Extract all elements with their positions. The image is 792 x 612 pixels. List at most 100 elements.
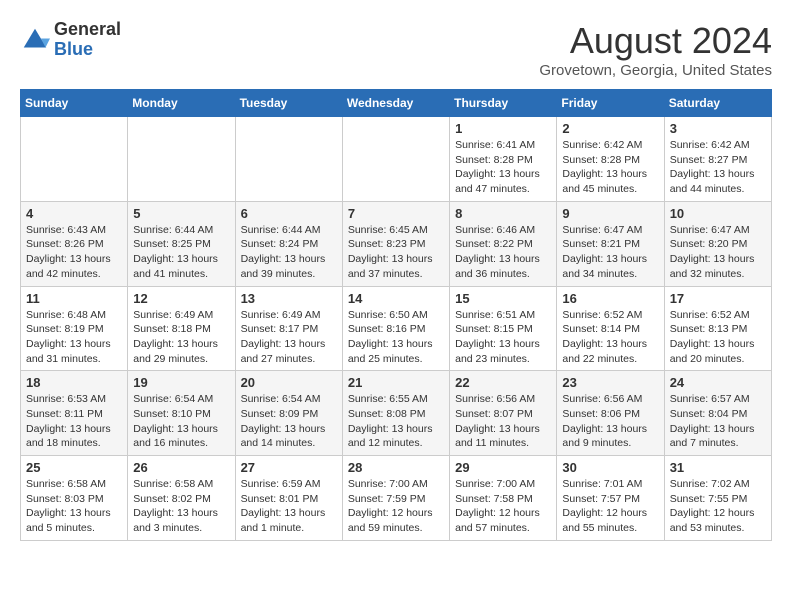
day-cell-w2-d4: 7 Sunrise: 6:45 AM Sunset: 8:23 PM Daylig…: [342, 201, 449, 286]
logo-text: General Blue: [54, 20, 121, 60]
day-cell-w5-d6: 30Sunrise: 7:01 AM Sunset: 7:57 PM Dayli…: [557, 456, 664, 541]
week-row-5: 25Sunrise: 6:58 AM Sunset: 8:03 PM Dayli…: [21, 456, 772, 541]
logo-blue: Blue: [54, 40, 121, 60]
week-row-2: 4 Sunrise: 6:43 AM Sunset: 8:26 PM Daylig…: [21, 201, 772, 286]
day-number: 1: [455, 121, 551, 136]
header-thursday: Thursday: [450, 90, 557, 117]
day-info: Sunrise: 6:46 AM Sunset: 8:22 PM Dayligh…: [455, 223, 551, 282]
day-info: Sunrise: 7:00 AM Sunset: 7:59 PM Dayligh…: [348, 477, 444, 536]
day-cell-w3-d4: 14Sunrise: 6:50 AM Sunset: 8:16 PM Dayli…: [342, 286, 449, 371]
header-sunday: Sunday: [21, 90, 128, 117]
day-info: Sunrise: 6:57 AM Sunset: 8:04 PM Dayligh…: [670, 392, 766, 451]
day-cell-w5-d7: 31Sunrise: 7:02 AM Sunset: 7:55 PM Dayli…: [664, 456, 771, 541]
day-number: 8: [455, 206, 551, 221]
day-cell-w4-d2: 19Sunrise: 6:54 AM Sunset: 8:10 PM Dayli…: [128, 371, 235, 456]
day-cell-w1-d4: [342, 117, 449, 202]
day-info: Sunrise: 6:42 AM Sunset: 8:28 PM Dayligh…: [562, 138, 658, 197]
day-number: 28: [348, 460, 444, 475]
day-cell-w1-d7: 3 Sunrise: 6:42 AM Sunset: 8:27 PM Daylig…: [664, 117, 771, 202]
day-info: Sunrise: 6:56 AM Sunset: 8:07 PM Dayligh…: [455, 392, 551, 451]
day-info: Sunrise: 6:41 AM Sunset: 8:28 PM Dayligh…: [455, 138, 551, 197]
day-info: Sunrise: 6:59 AM Sunset: 8:01 PM Dayligh…: [241, 477, 337, 536]
day-number: 16: [562, 291, 658, 306]
day-number: 23: [562, 375, 658, 390]
calendar-header: Sunday Monday Tuesday Wednesday Thursday…: [21, 90, 772, 117]
day-number: 7: [348, 206, 444, 221]
week-row-3: 11 Sunrise: 6:48 AM Sunset: 8:19 PM Dayli…: [21, 286, 772, 371]
page-header: General Blue August 2024 Grovetown, Geor…: [20, 20, 772, 79]
day-info: Sunrise: 6:51 AM Sunset: 8:15 PM Dayligh…: [455, 308, 551, 367]
day-cell-w5-d5: 29Sunrise: 7:00 AM Sunset: 7:58 PM Dayli…: [450, 456, 557, 541]
day-number: 17: [670, 291, 766, 306]
day-info: Sunrise: 6:44 AM Sunset: 8:25 PM Dayligh…: [133, 223, 229, 282]
day-cell-w5-d1: 25Sunrise: 6:58 AM Sunset: 8:03 PM Dayli…: [21, 456, 128, 541]
day-number: 12: [133, 291, 229, 306]
day-info: Sunrise: 6:52 AM Sunset: 8:14 PM Dayligh…: [562, 308, 658, 367]
day-cell-w2-d6: 9 Sunrise: 6:47 AM Sunset: 8:21 PM Daylig…: [557, 201, 664, 286]
day-info: Sunrise: 6:49 AM Sunset: 8:18 PM Dayligh…: [133, 308, 229, 367]
day-cell-w1-d3: [235, 117, 342, 202]
day-cell-w3-d7: 17Sunrise: 6:52 AM Sunset: 8:13 PM Dayli…: [664, 286, 771, 371]
day-number: 27: [241, 460, 337, 475]
day-number: 22: [455, 375, 551, 390]
day-number: 5: [133, 206, 229, 221]
day-number: 9: [562, 206, 658, 221]
day-info: Sunrise: 6:47 AM Sunset: 8:21 PM Dayligh…: [562, 223, 658, 282]
header-wednesday: Wednesday: [342, 90, 449, 117]
calendar-body: 1 Sunrise: 6:41 AM Sunset: 8:28 PM Daylig…: [21, 117, 772, 541]
day-cell-w1-d6: 2 Sunrise: 6:42 AM Sunset: 8:28 PM Daylig…: [557, 117, 664, 202]
day-number: 4: [26, 206, 122, 221]
day-cell-w4-d6: 23 Sunrise: 6:56 AM Sunset: 8:06 PM Dayli…: [557, 371, 664, 456]
header-tuesday: Tuesday: [235, 90, 342, 117]
day-cell-w4-d4: 21 Sunrise: 6:55 AM Sunset: 8:08 PM Dayli…: [342, 371, 449, 456]
day-cell-w4-d1: 18Sunrise: 6:53 AM Sunset: 8:11 PM Dayli…: [21, 371, 128, 456]
weekday-header-row: Sunday Monday Tuesday Wednesday Thursday…: [21, 90, 772, 117]
day-info: Sunrise: 6:42 AM Sunset: 8:27 PM Dayligh…: [670, 138, 766, 197]
day-cell-w5-d3: 27 Sunrise: 6:59 AM Sunset: 8:01 PM Dayli…: [235, 456, 342, 541]
day-info: Sunrise: 6:56 AM Sunset: 8:06 PM Dayligh…: [562, 392, 658, 451]
day-info: Sunrise: 6:49 AM Sunset: 8:17 PM Dayligh…: [241, 308, 337, 367]
day-number: 24: [670, 375, 766, 390]
day-info: Sunrise: 6:43 AM Sunset: 8:26 PM Dayligh…: [26, 223, 122, 282]
day-number: 20: [241, 375, 337, 390]
day-cell-w4-d3: 20Sunrise: 6:54 AM Sunset: 8:09 PM Dayli…: [235, 371, 342, 456]
logo: General Blue: [20, 20, 121, 60]
day-cell-w3-d3: 13Sunrise: 6:49 AM Sunset: 8:17 PM Dayli…: [235, 286, 342, 371]
day-info: Sunrise: 6:44 AM Sunset: 8:24 PM Dayligh…: [241, 223, 337, 282]
day-cell-w3-d5: 15 Sunrise: 6:51 AM Sunset: 8:15 PM Dayli…: [450, 286, 557, 371]
header-monday: Monday: [128, 90, 235, 117]
day-cell-w3-d1: 11 Sunrise: 6:48 AM Sunset: 8:19 PM Dayli…: [21, 286, 128, 371]
day-cell-w4-d5: 22 Sunrise: 6:56 AM Sunset: 8:07 PM Dayli…: [450, 371, 557, 456]
day-info: Sunrise: 7:00 AM Sunset: 7:58 PM Dayligh…: [455, 477, 551, 536]
day-number: 3: [670, 121, 766, 136]
week-row-4: 18Sunrise: 6:53 AM Sunset: 8:11 PM Dayli…: [21, 371, 772, 456]
day-number: 10: [670, 206, 766, 221]
location: Grovetown, Georgia, United States: [539, 62, 772, 79]
day-info: Sunrise: 6:55 AM Sunset: 8:08 PM Dayligh…: [348, 392, 444, 451]
day-number: 11: [26, 291, 122, 306]
day-cell-w2-d2: 5 Sunrise: 6:44 AM Sunset: 8:25 PM Daylig…: [128, 201, 235, 286]
day-info: Sunrise: 6:47 AM Sunset: 8:20 PM Dayligh…: [670, 223, 766, 282]
day-number: 19: [133, 375, 229, 390]
day-cell-w5-d2: 26Sunrise: 6:58 AM Sunset: 8:02 PM Dayli…: [128, 456, 235, 541]
logo-icon: [20, 25, 50, 55]
day-cell-w5-d4: 28 Sunrise: 7:00 AM Sunset: 7:59 PM Dayli…: [342, 456, 449, 541]
day-number: 30: [562, 460, 658, 475]
day-number: 21: [348, 375, 444, 390]
day-cell-w2-d1: 4 Sunrise: 6:43 AM Sunset: 8:26 PM Daylig…: [21, 201, 128, 286]
day-cell-w3-d6: 16 Sunrise: 6:52 AM Sunset: 8:14 PM Dayli…: [557, 286, 664, 371]
day-number: 2: [562, 121, 658, 136]
day-info: Sunrise: 6:48 AM Sunset: 8:19 PM Dayligh…: [26, 308, 122, 367]
day-cell-w3-d2: 12 Sunrise: 6:49 AM Sunset: 8:18 PM Dayli…: [128, 286, 235, 371]
day-info: Sunrise: 6:45 AM Sunset: 8:23 PM Dayligh…: [348, 223, 444, 282]
week-row-1: 1 Sunrise: 6:41 AM Sunset: 8:28 PM Daylig…: [21, 117, 772, 202]
day-cell-w2-d5: 8 Sunrise: 6:46 AM Sunset: 8:22 PM Daylig…: [450, 201, 557, 286]
day-number: 15: [455, 291, 551, 306]
day-number: 25: [26, 460, 122, 475]
day-cell-w4-d7: 24 Sunrise: 6:57 AM Sunset: 8:04 PM Dayli…: [664, 371, 771, 456]
day-info: Sunrise: 7:02 AM Sunset: 7:55 PM Dayligh…: [670, 477, 766, 536]
calendar-table: Sunday Monday Tuesday Wednesday Thursday…: [20, 89, 772, 541]
day-number: 18: [26, 375, 122, 390]
day-number: 6: [241, 206, 337, 221]
header-friday: Friday: [557, 90, 664, 117]
